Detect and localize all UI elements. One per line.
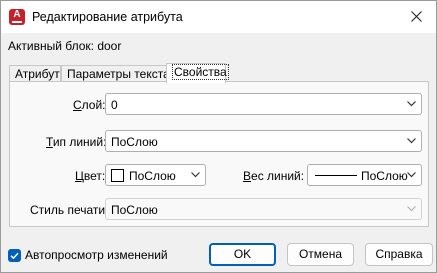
linetype-label: Тип линий: bbox=[46, 135, 107, 149]
chevron-down-icon bbox=[407, 172, 416, 178]
close-icon bbox=[411, 11, 422, 22]
auto-preview-label[interactable]: Автопросмотр изменений bbox=[25, 248, 168, 262]
linetype-combo[interactable]: ПоСлою bbox=[105, 130, 422, 152]
chevron-down-icon bbox=[407, 138, 416, 144]
tab-text-options[interactable]: Параметры текста bbox=[61, 65, 170, 82]
plotstyle-combo: ПоСлою bbox=[105, 198, 422, 220]
color-combo[interactable]: ПоСлою bbox=[105, 164, 206, 186]
auto-preview-checkbox[interactable] bbox=[8, 249, 21, 262]
layer-value: 0 bbox=[111, 98, 118, 112]
lineweight-preview bbox=[315, 175, 357, 176]
tab-properties[interactable]: Свойства bbox=[166, 63, 229, 83]
title-bar: A Редактирование атрибута bbox=[1, 1, 436, 33]
chevron-down-icon bbox=[191, 172, 200, 178]
plotstyle-value: ПоСлою bbox=[111, 203, 158, 217]
properties-panel: Слой: 0 Тип линий: ПоСлою Цвет: ПоСлою В… bbox=[9, 81, 429, 227]
checkmark-icon bbox=[10, 252, 19, 260]
layer-label: Слой: bbox=[73, 98, 106, 112]
color-label: Цвет: bbox=[75, 169, 106, 183]
linetype-value: ПоСлою bbox=[111, 135, 158, 149]
close-button[interactable] bbox=[402, 5, 432, 29]
lineweight-combo[interactable]: ПоСлою bbox=[307, 164, 422, 186]
autocad-app-icon: A bbox=[9, 9, 25, 25]
tab-attribute[interactable]: Атрибут bbox=[9, 65, 61, 82]
layer-combo[interactable]: 0 bbox=[105, 93, 422, 115]
ok-button[interactable]: OK bbox=[209, 243, 276, 266]
edit-attribute-dialog: A Редактирование атрибута Активный блок:… bbox=[0, 0, 437, 273]
cancel-button[interactable]: Отмена bbox=[287, 243, 354, 266]
lineweight-value: ПоСлою bbox=[361, 169, 408, 183]
help-button[interactable]: Справка bbox=[365, 243, 433, 266]
active-block-label: Активный блок: door bbox=[8, 39, 122, 53]
color-swatch bbox=[111, 169, 124, 182]
plotstyle-label: Стиль печати: bbox=[30, 203, 109, 217]
window-title: Редактирование атрибута bbox=[32, 10, 183, 24]
lineweight-label: Вес линий: bbox=[243, 169, 305, 183]
chevron-down-icon bbox=[407, 101, 416, 107]
color-value: ПоСлою bbox=[129, 169, 176, 183]
app-icon-glyph: A bbox=[13, 9, 21, 20]
chevron-down-icon bbox=[407, 206, 416, 212]
dialog-footer: Автопросмотр изменений OK Отмена Справка bbox=[1, 237, 436, 273]
